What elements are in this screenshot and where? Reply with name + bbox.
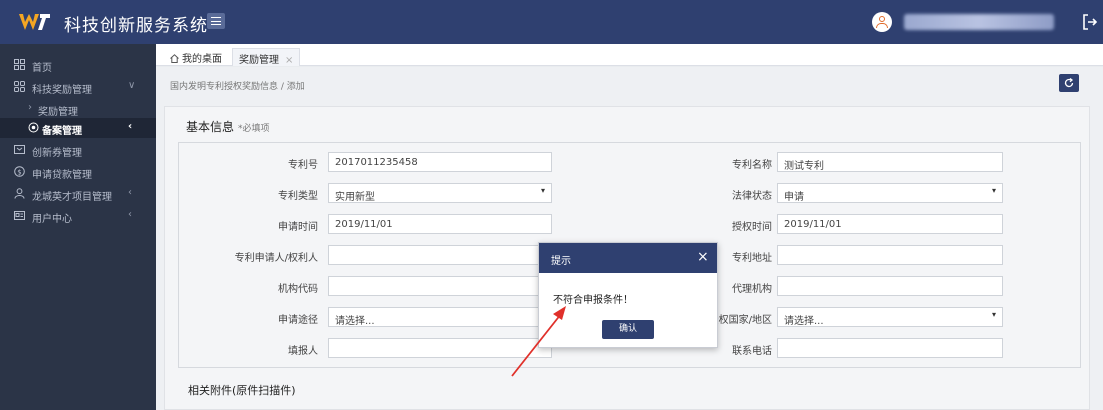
select-value: 申请 [784, 192, 804, 203]
applicant-input[interactable] [328, 245, 552, 265]
sidebar-item-talent-project[interactable]: 龙城英才项目管理 ‹ [0, 184, 156, 204]
sidebar-item-loan-management[interactable]: $ 申请贷款管理 [0, 162, 156, 182]
patent-type-select[interactable]: 实用新型 ▾ [328, 183, 552, 203]
dialog-title: 提示 [551, 256, 571, 267]
sidebar-item-label: 首页 [32, 63, 52, 74]
breadcrumb: 国内发明专利授权奖励信息 / 添加 [170, 82, 305, 92]
sidebar-item-label: 用户中心 [32, 214, 72, 225]
legal-status-select[interactable]: 申请 ▾ [777, 183, 1003, 203]
home-icon [170, 54, 179, 63]
hamburger-icon [211, 17, 221, 25]
chevron-right-icon: › [28, 102, 32, 113]
grant-time-label: 授权时间 [732, 222, 772, 233]
close-icon[interactable]: × [697, 249, 709, 265]
caret-down-icon: ▾ [540, 186, 545, 195]
patent-no-label: 专利号 [288, 160, 318, 171]
sidebar-item-voucher-management[interactable]: 创新券管理 [0, 140, 156, 160]
sidebar-item-label: 奖励管理 [38, 107, 78, 118]
sidebar-item-award-management[interactable]: 科技奖励管理 ∨ [0, 77, 156, 97]
tab-label: 奖励管理 [239, 55, 279, 66]
route-label: 申请途径 [278, 315, 318, 326]
grant-time-input[interactable]: 2019/11/01 [777, 214, 1003, 234]
section-title-text: 基本信息 [186, 120, 235, 134]
patent-no-input[interactable]: 2017011235458 [328, 152, 552, 172]
org-code-label: 机构代码 [278, 284, 318, 295]
attachments-title: 相关附件(原件扫描件) [188, 384, 296, 397]
select-value: 实用新型 [335, 192, 375, 203]
filler-label: 填报人 [288, 346, 318, 357]
address-input[interactable] [777, 245, 1003, 265]
alert-dialog: 提示 × 不符合申报条件！ 确认 [538, 242, 718, 348]
caret-down-icon: ▾ [991, 186, 996, 195]
top-header: 科技创新服务系统 [0, 0, 1103, 44]
chevron-left-icon: ‹ [128, 187, 132, 198]
legal-status-label: 法律状态 [732, 191, 772, 202]
chevron-down-icon: ∨ [128, 80, 136, 91]
sidebar: 首页 科技奖励管理 ∨ › 奖励管理 备案管理 ‹ 创新券管理 $ 申请贷款管理… [0, 44, 156, 410]
refresh-icon [1064, 78, 1074, 88]
sidebar-item-label: 备案管理 [42, 126, 82, 137]
agency-input[interactable] [777, 276, 1003, 296]
apply-time-label: 申请时间 [278, 222, 318, 233]
user-avatar[interactable] [872, 12, 892, 32]
sidebar-item-label: 创新券管理 [32, 148, 82, 159]
select-placeholder: 请选择... [335, 316, 375, 327]
patent-type-label: 专利类型 [278, 191, 318, 202]
confirm-button[interactable]: 确认 [602, 320, 654, 339]
dialog-header: 提示 × [539, 243, 717, 273]
sidebar-item-reward-management[interactable]: › 奖励管理 [0, 99, 156, 119]
app-title: 科技创新服务系统 [64, 16, 208, 36]
logout-icon[interactable] [1082, 13, 1098, 31]
sidebar-item-home[interactable]: 首页 [0, 55, 156, 75]
tab-reward-management[interactable]: 奖励管理 × [232, 48, 301, 66]
tab-my-desktop[interactable]: 我的桌面 [164, 48, 228, 66]
chevron-left-icon: ‹ [128, 121, 133, 132]
dialog-message: 不符合申报条件！ [553, 295, 633, 306]
refresh-button[interactable] [1059, 74, 1079, 92]
sidebar-item-user-center[interactable]: 用户中心 ‹ [0, 206, 156, 226]
applicant-label: 专利申请人/权利人 [234, 253, 318, 264]
sidebar-item-label: 龙城英才项目管理 [32, 192, 112, 203]
select-placeholder: 请选择... [784, 316, 824, 327]
chevron-left-icon: ‹ [128, 209, 132, 220]
section-title: 基本信息 *必填项 [186, 118, 270, 135]
card-icon [14, 211, 25, 220]
filler-input[interactable] [328, 338, 552, 358]
apps-icon [14, 81, 25, 92]
sidebar-item-label: 申请贷款管理 [32, 170, 92, 181]
app-logo-icon [19, 14, 50, 30]
phone-input[interactable] [777, 338, 1003, 358]
target-icon [28, 122, 39, 133]
apply-time-input[interactable]: 2019/11/01 [328, 214, 552, 234]
required-hint: *必填项 [238, 124, 270, 134]
username-redacted[interactable] [904, 14, 1054, 30]
tab-bar: 我的桌面 奖励管理 × [156, 44, 1103, 66]
caret-down-icon: ▾ [991, 310, 996, 319]
close-icon[interactable]: × [285, 55, 293, 66]
ticket-icon [14, 145, 25, 154]
sidebar-item-label: 科技奖励管理 [32, 85, 92, 96]
patent-name-input[interactable]: 测试专利 [777, 152, 1003, 172]
org-code-input[interactable] [328, 276, 552, 296]
route-select[interactable]: 请选择...▾ [328, 307, 552, 327]
menu-toggle-button[interactable] [207, 13, 225, 29]
svg-text:$: $ [17, 168, 21, 176]
patent-name-label: 专利名称 [732, 160, 772, 171]
person-icon [14, 188, 25, 199]
country-select[interactable]: 请选择... ▾ [777, 307, 1003, 327]
tab-label: 我的桌面 [182, 54, 222, 65]
dollar-icon: $ [14, 166, 25, 177]
sidebar-item-filing-management[interactable]: 备案管理 ‹ [0, 118, 156, 138]
grid-icon [14, 59, 25, 70]
